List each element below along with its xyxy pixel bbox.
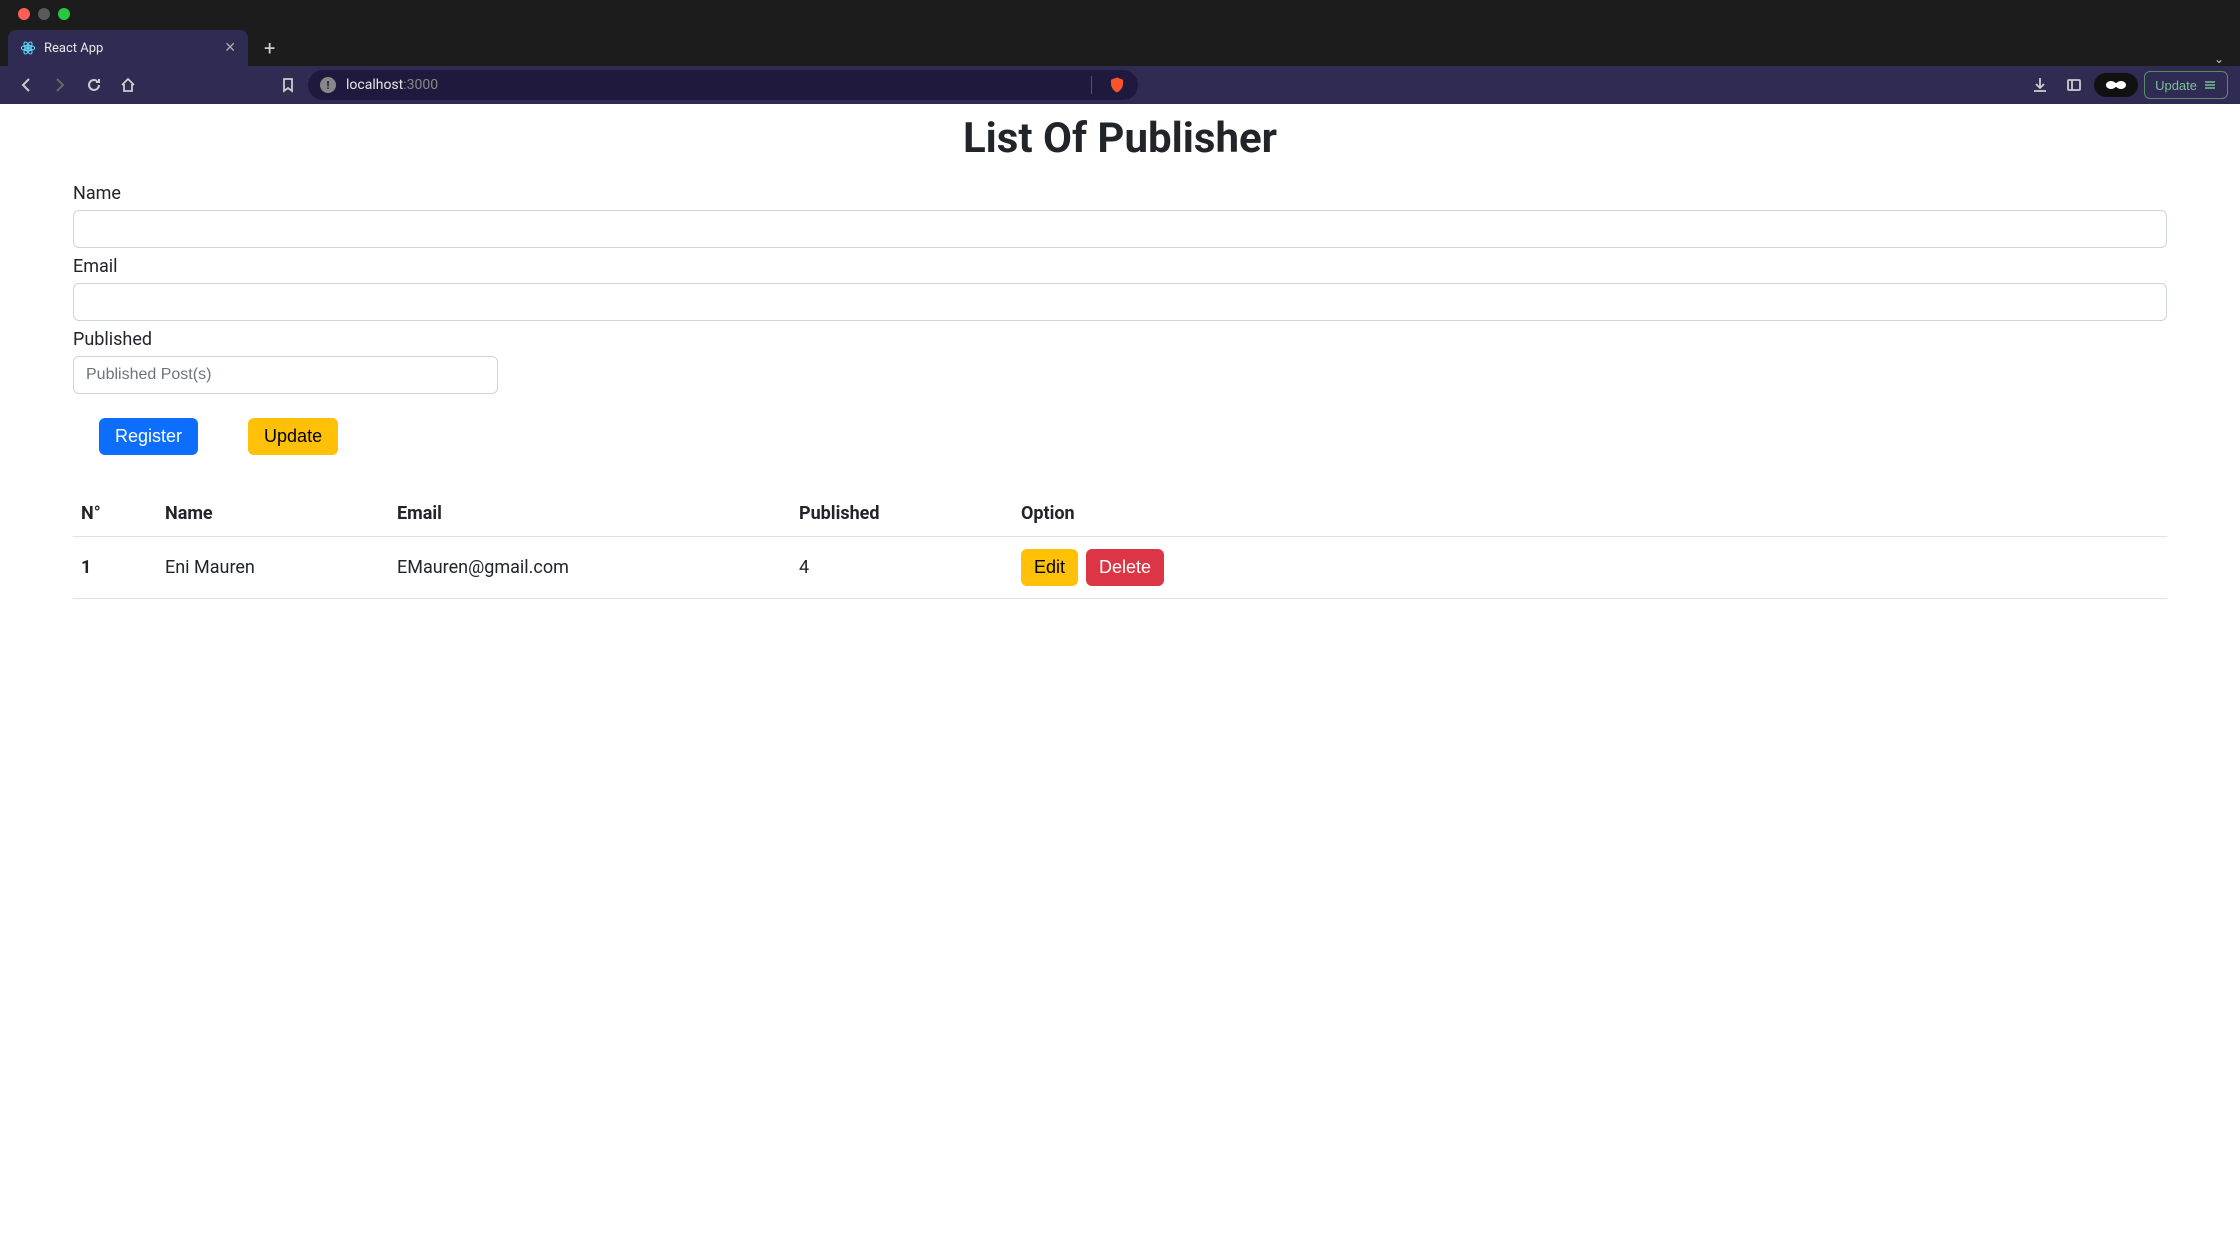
header-email: Email — [389, 495, 791, 537]
url-host: localhost — [346, 77, 403, 93]
published-label: Published — [73, 329, 2167, 350]
publisher-table: N° Name Email Published Option 1 Eni Mau… — [73, 495, 2167, 599]
table-row: 1 Eni Mauren EMauren@gmail.com 4 Edit De… — [73, 537, 2167, 599]
table-header-row: N° Name Email Published Option — [73, 495, 2167, 537]
cell-email: EMauren@gmail.com — [389, 537, 791, 599]
header-option: Option — [1013, 495, 2167, 537]
address-bar[interactable]: ! localhost:3000 — [308, 70, 1138, 100]
browser-toolbar: ! localhost:3000 Update — [0, 66, 2240, 104]
browser-tabbar: React App ✕ + ⌄ — [0, 27, 2240, 66]
page-title: List Of Publisher — [73, 104, 2167, 183]
browser-update-button[interactable]: Update — [2144, 71, 2228, 99]
register-button[interactable]: Register — [99, 418, 198, 455]
header-published: Published — [791, 495, 1013, 537]
window-minimize-button[interactable] — [38, 8, 50, 20]
back-button[interactable] — [12, 71, 40, 99]
home-button[interactable] — [114, 71, 142, 99]
react-favicon-icon — [20, 40, 36, 56]
url-port: :3000 — [403, 77, 438, 93]
address-url: localhost:3000 — [346, 77, 438, 93]
brave-shield-icon[interactable] — [1108, 76, 1126, 94]
form-group-published: Published — [73, 329, 2167, 394]
cell-no: 1 — [73, 537, 157, 599]
cell-option: Edit Delete — [1013, 537, 2167, 599]
tab-title: React App — [44, 41, 216, 56]
page-content: List Of Publisher Name Email Published R… — [0, 104, 2240, 1260]
email-label: Email — [73, 256, 2167, 277]
forward-button[interactable] — [46, 71, 74, 99]
published-input[interactable] — [73, 356, 498, 394]
site-info-icon[interactable]: ! — [320, 77, 336, 93]
update-button[interactable]: Update — [248, 418, 338, 455]
form-group-email: Email — [73, 256, 2167, 321]
window-maximize-button[interactable] — [58, 8, 70, 20]
name-label: Name — [73, 183, 2167, 204]
header-no: N° — [73, 495, 157, 537]
tab-close-icon[interactable]: ✕ — [224, 40, 236, 56]
tabs-dropdown-icon[interactable]: ⌄ — [2214, 52, 2224, 66]
cell-name: Eni Mauren — [157, 537, 389, 599]
bookmark-button[interactable] — [274, 71, 302, 99]
delete-button[interactable]: Delete — [1086, 549, 1164, 586]
window-titlebar — [0, 0, 2240, 27]
reload-button[interactable] — [80, 71, 108, 99]
address-divider — [1091, 76, 1092, 94]
name-input[interactable] — [73, 210, 2167, 248]
email-input[interactable] — [73, 283, 2167, 321]
window-close-button[interactable] — [18, 8, 30, 20]
private-mode-indicator[interactable] — [2094, 73, 2138, 97]
edit-button[interactable]: Edit — [1021, 549, 1078, 586]
browser-tab[interactable]: React App ✕ — [8, 30, 248, 66]
form-button-row: Register Update — [73, 418, 2167, 455]
form-group-name: Name — [73, 183, 2167, 248]
downloads-button[interactable] — [2026, 71, 2054, 99]
cell-published: 4 — [791, 537, 1013, 599]
sidebar-toggle-button[interactable] — [2060, 71, 2088, 99]
new-tab-button[interactable]: + — [252, 30, 287, 66]
browser-update-label: Update — [2155, 78, 2197, 93]
header-name: Name — [157, 495, 389, 537]
